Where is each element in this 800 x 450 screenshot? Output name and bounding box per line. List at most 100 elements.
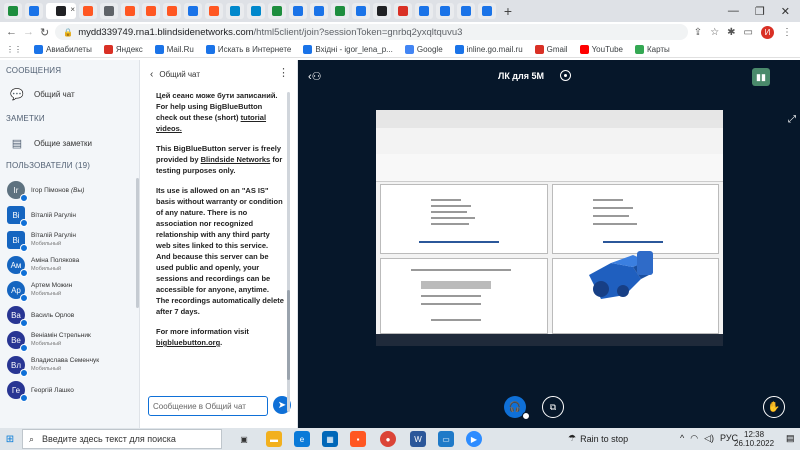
store-icon[interactable]: ▦	[322, 431, 338, 447]
chat-scrollbar-thumb[interactable]	[287, 290, 290, 380]
chat-input[interactable]: Сообщение в Общий чат	[148, 396, 268, 416]
profile-avatar[interactable]: И	[761, 25, 774, 39]
user-list-item[interactable]: Ге Георгій Лашко	[7, 378, 137, 402]
user-list-item[interactable]: Ві Віталій Рагулін Мобильный	[7, 228, 137, 252]
shared-notes-item[interactable]: ▤ Общие заметки	[10, 137, 92, 150]
user-name: Ігор Пімонов	[31, 186, 69, 194]
clock-date: 26.10.2022	[734, 439, 775, 448]
sidepanel-icon[interactable]: ▭	[744, 27, 753, 38]
close-icon[interactable]: ✕	[781, 5, 790, 18]
task-view-icon[interactable]: ▣	[236, 431, 252, 447]
browser-menu-icon[interactable]: ⋮	[782, 27, 792, 38]
browser-tab[interactable]	[352, 3, 370, 19]
user-list-item[interactable]: Ва Василь Орлов	[7, 303, 137, 327]
tab-favicon-icon	[230, 6, 240, 16]
user-name-block: Василь Орлов	[31, 311, 74, 320]
tab-favicon-icon	[209, 6, 219, 16]
user-list-item[interactable]: Ам Аміна Полякова Мобильный	[7, 253, 137, 277]
taskbar-clock[interactable]: 12:38 26.10.2022	[734, 430, 774, 448]
app-window-icon[interactable]: ▭	[438, 431, 454, 447]
browser-tab[interactable]	[4, 3, 22, 19]
bookmark-item[interactable]: Google	[404, 45, 443, 54]
user-list-item[interactable]: Ве Веніамін Стрельник Мобильный	[7, 328, 137, 352]
public-chat-item[interactable]: 💬 Общий чат	[10, 88, 75, 101]
new-tab-button[interactable]: +	[499, 3, 517, 19]
browser-tab[interactable]	[163, 3, 181, 19]
extensions-icon[interactable]: ✱	[727, 27, 735, 38]
browser-tab[interactable]	[478, 3, 496, 19]
recording-indicator-icon[interactable]	[560, 70, 571, 81]
user-list-scrollbar[interactable]	[136, 178, 139, 308]
user-list-item[interactable]: Ві Віталій Рагулін	[7, 203, 137, 227]
browser-tab[interactable]	[310, 3, 328, 19]
tab-close-icon[interactable]: ×	[70, 5, 75, 14]
blindside-link[interactable]: Blindside Networks	[201, 155, 271, 164]
bookmark-item[interactable]: Карты	[635, 45, 670, 54]
browser-tab[interactable]	[142, 3, 160, 19]
bookmark-item[interactable]: inline.go.mail.ru	[454, 45, 523, 54]
bookmark-item[interactable]: Gmail	[534, 45, 568, 54]
browser-tab[interactable]	[205, 3, 223, 19]
apps-grid-icon[interactable]: ⋮⋮	[6, 45, 22, 54]
volume-icon[interactable]: ◁)	[704, 433, 714, 444]
user-name-line: Василь Орлов	[31, 311, 74, 320]
user-list-item[interactable]: Ir Ігор Пімонов (Вы)	[7, 178, 137, 202]
browser-tab[interactable]	[415, 3, 433, 19]
browser-tab[interactable]	[394, 3, 412, 19]
browser-tab[interactable]	[100, 3, 118, 19]
edge-icon[interactable]: e	[294, 431, 310, 447]
back-icon[interactable]: ←	[6, 26, 17, 38]
browser-tab[interactable]	[121, 3, 139, 19]
forward-icon[interactable]: →	[23, 26, 34, 38]
bookmark-star-icon[interactable]: ☆	[710, 27, 719, 38]
browser-tab[interactable]	[79, 3, 97, 19]
shared-page-2	[552, 184, 719, 254]
raise-hand-button[interactable]: ✋	[763, 396, 785, 418]
fullscreen-icon[interactable]: ⤢	[788, 114, 796, 125]
word-icon[interactable]: W	[410, 431, 426, 447]
file-explorer-icon[interactable]: ▬	[266, 431, 282, 447]
chrome-icon[interactable]: ●	[380, 431, 396, 447]
browser-tab[interactable]	[331, 3, 349, 19]
browser-tab[interactable]	[25, 3, 43, 19]
bookmark-item[interactable]: Авиабилеты	[34, 45, 92, 54]
zoom-icon[interactable]: ▶	[466, 431, 482, 447]
leave-meeting-icon[interactable]: ‹⚇	[308, 70, 322, 83]
avatar-initials: Ir	[13, 185, 19, 195]
bookmark-item[interactable]: Яндекс	[103, 45, 143, 54]
bookmark-item[interactable]: YouTube	[579, 45, 623, 54]
bookmark-item[interactable]: Вхідні - igor_lena_p...	[303, 45, 393, 54]
user-list-item[interactable]: Вл Владислава Семенчук Мобильный	[7, 353, 137, 377]
browser-tab[interactable]: ×	[46, 3, 76, 19]
tray-chevron-icon[interactable]: ^	[680, 433, 684, 444]
chevron-left-icon[interactable]: ‹	[150, 69, 153, 80]
shared-notes-label: Общие заметки	[34, 138, 92, 148]
share-page-icon[interactable]: ⇪	[694, 27, 702, 38]
browser-tab[interactable]	[457, 3, 475, 19]
restore-icon[interactable]: ❐	[755, 5, 765, 18]
browser-tab[interactable]	[289, 3, 307, 19]
bookmark-item[interactable]: Mail.Ru	[154, 45, 194, 54]
windows-start-button[interactable]: ⊞	[0, 428, 20, 450]
taskbar-search-input[interactable]: ⌕ Введите здесь текст для поиска	[22, 429, 222, 449]
minimize-icon[interactable]: —	[728, 5, 739, 17]
url-input[interactable]: 🔒 mydd339749.rna1.blindsidenetworks.com /…	[55, 24, 688, 40]
browser-tab[interactable]	[436, 3, 454, 19]
connection-status-button[interactable]: ▮▮	[752, 68, 770, 86]
browser-tab[interactable]	[373, 3, 391, 19]
browser-tab[interactable]	[268, 3, 286, 19]
bookmark-item[interactable]: Искать в Интернете	[205, 45, 291, 54]
chat-options-icon[interactable]: ⋮	[278, 66, 289, 79]
screen-share-button[interactable]: ⧉	[542, 396, 564, 418]
bbb-link[interactable]: bigbluebutton.org	[156, 338, 220, 347]
browser-tab[interactable]	[226, 3, 244, 19]
audio-options-caret[interactable]	[522, 412, 530, 420]
app-icon[interactable]: ▪	[350, 431, 366, 447]
reload-icon[interactable]: ↻	[40, 26, 49, 39]
weather-widget[interactable]: ☂ Rain to stop	[568, 433, 628, 444]
browser-tab[interactable]	[247, 3, 265, 19]
notifications-icon[interactable]: ▤	[786, 433, 795, 444]
wifi-icon[interactable]: ◠	[690, 433, 698, 444]
user-list-item[interactable]: Ар Артем Можин Мобильный	[7, 278, 137, 302]
browser-tab[interactable]	[184, 3, 202, 19]
